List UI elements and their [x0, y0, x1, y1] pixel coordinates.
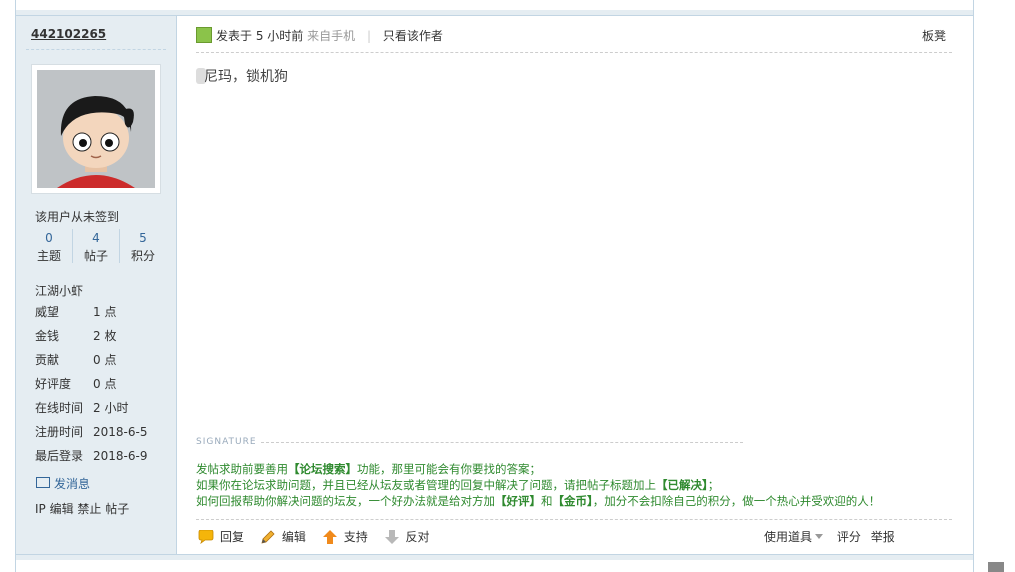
sidebar-divider — [26, 49, 166, 50]
edit-label: 编辑 — [281, 530, 306, 544]
use-tools-label: 使用道具 — [764, 530, 813, 544]
avatar-cartoon-icon — [37, 70, 155, 188]
stat-points[interactable]: 5 积分 — [120, 229, 166, 265]
reply-button[interactable]: 回复 — [198, 528, 244, 546]
sig-bold: 【论坛搜索】 — [288, 462, 357, 476]
info-key: 注册时间 — [35, 425, 84, 439]
reply-label: 回复 — [220, 530, 245, 544]
info-row-prestige: 威望 1 点 — [35, 304, 147, 328]
send-message-label: 发消息 — [54, 477, 91, 491]
info-value: 2 小时 — [93, 401, 129, 415]
info-row-register-date: 注册时间 2018-6-5 — [35, 424, 147, 448]
support-label: 支持 — [343, 530, 368, 544]
online-status-icon — [196, 27, 212, 43]
info-row-last-login: 最后登录 2018-6-9 — [35, 448, 147, 472]
stat-points-label: 积分 — [130, 249, 155, 263]
info-key: 贡献 — [35, 353, 60, 367]
send-message-link[interactable]: 发消息 — [36, 475, 90, 492]
report-label: 举报 — [870, 530, 895, 544]
info-key: 最后登录 — [35, 449, 84, 463]
rate-label: 评分 — [836, 530, 861, 544]
sig-text: 发帖求助前要善用 — [196, 462, 288, 476]
info-key: 在线时间 — [35, 401, 84, 415]
info-value: 2018-6-5 — [93, 425, 148, 439]
sig-text: 如果你在论坛求助问题，并且已经从坛友或者管理的回复中解决了问题，请把帖子标题加上 — [196, 478, 656, 492]
edit-button[interactable]: 编辑 — [260, 528, 306, 546]
info-value: 2018-6-9 — [93, 449, 148, 463]
info-row-contribution: 贡献 0 点 — [35, 352, 147, 376]
admin-actions[interactable]: IP 编辑 禁止 帖子 — [35, 500, 129, 517]
stat-threads[interactable]: 0 主题 — [26, 229, 72, 265]
oppose-label: 反对 — [405, 530, 430, 544]
info-row-money: 金钱 2 枚 — [35, 328, 147, 352]
post-main: 发表于 5 小时前 来自手机 | 只看该作者 板凳 尼玛，锁机狗 SIGNATU… — [177, 16, 973, 554]
sig-text: 和 — [541, 494, 553, 508]
pencil-icon — [261, 530, 275, 544]
info-value: 2 枚 — [93, 329, 117, 343]
sig-bold: 【已解决】 — [656, 478, 708, 492]
post-content-text: 尼玛，锁机狗 — [204, 69, 288, 85]
post-source[interactable]: 来自手机 — [307, 29, 355, 43]
stat-posts-value: 4 — [92, 231, 100, 245]
author-rank[interactable]: 江湖小虾 — [35, 282, 83, 299]
meta-divider — [196, 52, 952, 53]
arrow-up-icon — [322, 530, 337, 544]
author-info-list: 威望 1 点 金钱 2 枚 贡献 0 点 好评度 0 点 在线时间 2 小时 注册时间 20… — [35, 304, 147, 472]
signature-text: 发帖求助前要善用【论坛搜索】功能，那里可能会有你要找的答案； 如果你在论坛求助问… — [196, 461, 880, 509]
post-content: 尼玛，锁机狗 — [196, 66, 288, 86]
stat-points-value: 5 — [139, 231, 147, 245]
sig-text: ，加分不会扣除自己的积分，做一个热心并受欢迎的人！ — [592, 494, 881, 508]
author-stats: 0 主题 4 帖子 5 积分 — [26, 229, 170, 265]
sig-text: 如何回报帮助你解决问题的坛友，一个好办法就是给对方加 — [196, 494, 495, 508]
info-key: 金钱 — [35, 329, 60, 343]
chevron-down-icon — [815, 534, 824, 539]
stat-posts[interactable]: 4 帖子 — [73, 229, 119, 265]
sig-bold: 【好评】 — [495, 494, 541, 508]
post-actions-right: 使用道具 评分 举报 — [764, 528, 895, 546]
author-username[interactable]: 442102265 — [31, 27, 106, 41]
info-value: 1 点 — [93, 305, 117, 319]
posted-label: 发表于 — [216, 29, 253, 43]
support-button[interactable]: 支持 — [322, 528, 368, 546]
speech-bubble-icon — [198, 530, 214, 544]
post-time: 5 小时前 — [255, 29, 304, 43]
author-sidebar: 442102265 该用户从未签到 0 主题 4 帖子 5 积分 江湖小虾 威望… — [16, 16, 177, 554]
signature-line-2: 如果你在论坛求助问题，并且已经从坛友或者管理的回复中解决了问题，请把帖子标题加上… — [196, 477, 880, 493]
sign-status-text: 该用户从未签到 — [35, 210, 120, 224]
use-tools-menu[interactable]: 使用道具 — [764, 530, 824, 544]
keyboard-icon[interactable] — [988, 562, 1004, 572]
meta-pipe-divider: | — [366, 29, 372, 43]
actions-divider — [196, 519, 952, 520]
post-actions: 回复 编辑 支持 反对 — [198, 528, 442, 546]
only-author-link[interactable]: 只看该作者 — [383, 29, 443, 43]
oppose-button[interactable]: 反对 — [384, 528, 430, 546]
sig-text: 功能，那里可能会有你要找的答案； — [357, 462, 541, 476]
info-value: 0 点 — [93, 353, 117, 367]
stat-threads-value: 0 — [45, 231, 53, 245]
stat-threads-label: 主题 — [36, 249, 61, 263]
post-bottom-divider — [16, 554, 973, 560]
frame-right-border — [973, 0, 974, 572]
stat-posts-label: 帖子 — [83, 249, 108, 263]
arrow-down-icon — [384, 530, 399, 544]
post-meta: 发表于 5 小时前 来自手机 | 只看该作者 — [196, 27, 443, 45]
floor-label[interactable]: 板凳 — [922, 27, 946, 45]
info-key: 威望 — [35, 305, 60, 319]
sig-text: ； — [707, 478, 720, 492]
signature-label: SIGNATURE — [196, 437, 257, 447]
info-value: 0 点 — [93, 377, 117, 391]
signature-divider — [261, 442, 743, 443]
signature-line-3: 如何回报帮助你解决问题的坛友，一个好办法就是给对方加【好评】和【金币】，加分不会… — [196, 493, 880, 509]
info-key: 好评度 — [35, 377, 72, 391]
info-row-online-time: 在线时间 2 小时 — [35, 400, 147, 424]
report-button[interactable]: 举报 — [865, 530, 895, 544]
info-row-rating: 好评度 0 点 — [35, 376, 147, 400]
avatar[interactable] — [31, 64, 161, 194]
envelope-icon — [36, 477, 50, 488]
sig-bold: 【金币】 — [552, 494, 593, 508]
signature-line-1: 发帖求助前要善用【论坛搜索】功能，那里可能会有你要找的答案； — [196, 461, 880, 477]
rate-button[interactable]: 评分 — [827, 530, 861, 544]
